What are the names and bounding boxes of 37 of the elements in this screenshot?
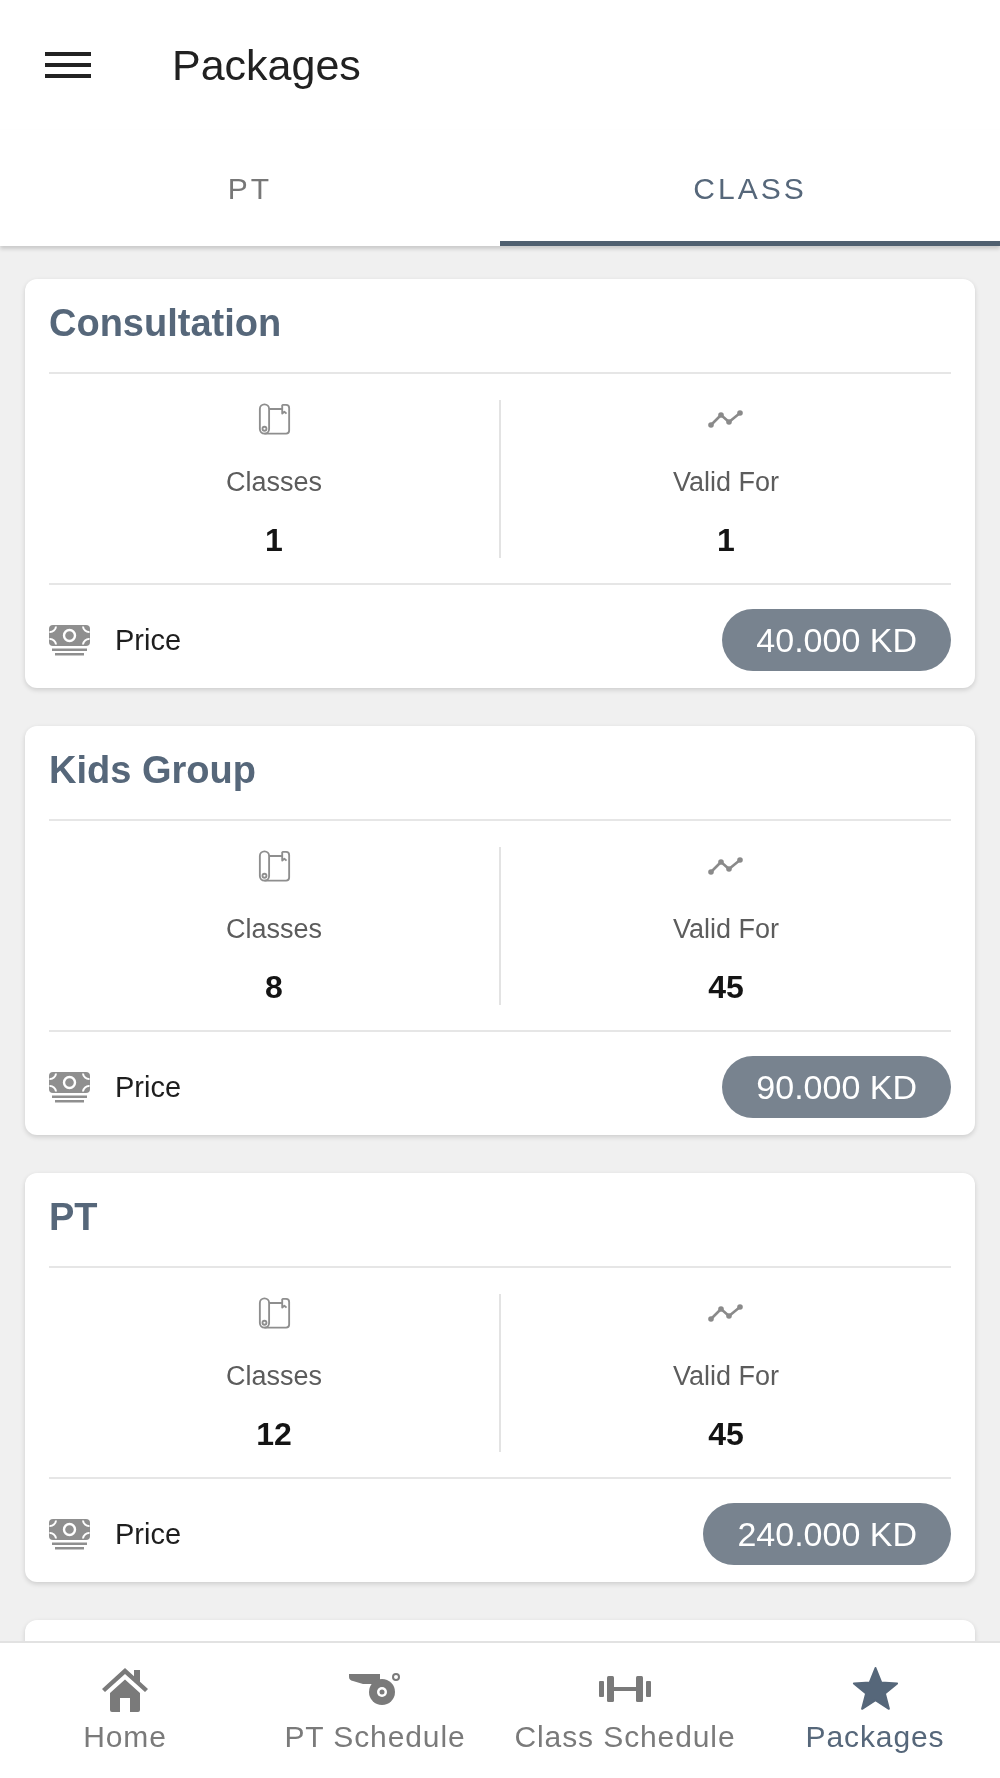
banknote-icon bbox=[49, 1518, 90, 1550]
stat-value: 45 bbox=[708, 1416, 744, 1452]
stat-value: 1 bbox=[265, 522, 283, 558]
banknote-icon bbox=[49, 624, 90, 656]
nav-tab[interactable]: Class Schedule bbox=[500, 1643, 750, 1778]
page-title: Packages bbox=[172, 40, 361, 90]
nav-tab[interactable]: PT Schedule bbox=[250, 1643, 500, 1778]
house-icon bbox=[100, 1666, 150, 1712]
stat-label: Valid For bbox=[672, 466, 779, 498]
package-title: Kids Group bbox=[49, 748, 257, 792]
stat-label: Classes bbox=[226, 466, 322, 498]
price-badge: 90.000 KD bbox=[722, 1056, 951, 1118]
stat-label: Valid For bbox=[672, 913, 779, 945]
price-badge: 40.000 KD bbox=[722, 609, 951, 671]
stat-value: 12 bbox=[256, 1416, 292, 1452]
nav-tab[interactable]: Packages bbox=[750, 1643, 1000, 1778]
price-label: Price bbox=[115, 1070, 182, 1104]
stat-label: Valid For bbox=[672, 1360, 779, 1392]
nav-tab[interactable]: Home bbox=[0, 1643, 250, 1778]
dumbbell-icon bbox=[599, 1676, 651, 1702]
menu-icon bbox=[45, 52, 91, 78]
price-label: Price bbox=[115, 1517, 182, 1551]
price-label: Price bbox=[115, 623, 182, 657]
stat-label: Classes bbox=[226, 1360, 322, 1392]
stat-value: 45 bbox=[708, 969, 744, 1005]
trend-line-icon bbox=[708, 409, 744, 429]
package-title: PT bbox=[49, 1195, 99, 1239]
stat-value: 8 bbox=[265, 969, 283, 1005]
price-badge: 240.000 KD bbox=[703, 1503, 951, 1565]
trend-line-icon bbox=[708, 1303, 744, 1323]
whistle-icon bbox=[349, 1672, 401, 1706]
stat-value: 1 bbox=[717, 522, 735, 558]
stat-label: Classes bbox=[226, 913, 322, 945]
banknote-icon bbox=[49, 1071, 90, 1103]
package-title: Consultation bbox=[49, 301, 283, 345]
trend-line-icon bbox=[708, 856, 744, 876]
tab[interactable]: PT bbox=[0, 130, 500, 246]
